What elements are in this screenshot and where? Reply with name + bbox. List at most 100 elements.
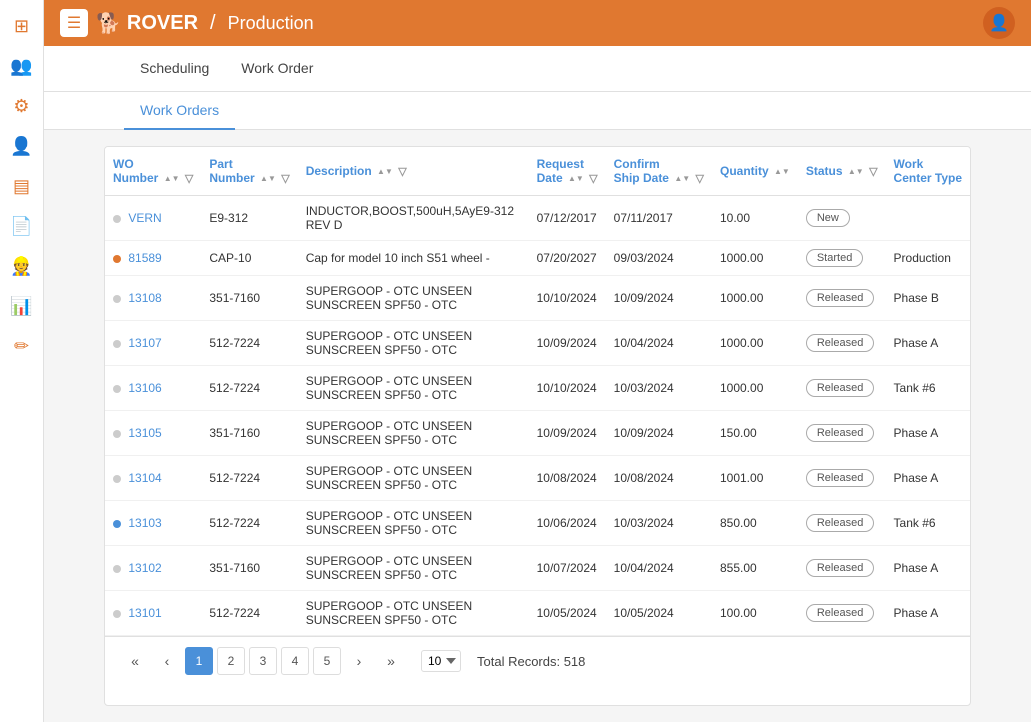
table-container: WONumber ▲▼ ▽ PartNumber ▲▼ ▽ Descriptio… bbox=[104, 146, 971, 706]
cell-wo-number: 13102 bbox=[105, 546, 201, 591]
sidebar: ⊞ 👥 ⚙ 👤 ▤ 📄 👷 📊 ✏ bbox=[0, 0, 44, 722]
col-description: Description ▲▼ ▽ bbox=[298, 147, 529, 196]
tab-scheduling[interactable]: Scheduling bbox=[124, 48, 225, 90]
cell-status: Released bbox=[798, 546, 886, 591]
cell-wo-number: 13103 bbox=[105, 501, 201, 546]
table-row: 13102 351-7160 SUPERGOOP - OTC UNSEEN SU… bbox=[105, 546, 970, 591]
status-filter[interactable]: ▽ bbox=[869, 166, 877, 178]
cell-description: SUPERGOOP - OTC UNSEEN SUNSCREEN SPF50 -… bbox=[298, 456, 529, 501]
description-filter[interactable]: ▽ bbox=[398, 166, 406, 178]
chart-icon[interactable]: 📊 bbox=[4, 288, 40, 324]
part-number-sort[interactable]: ▲▼ bbox=[260, 174, 276, 183]
cell-part-number: 512-7224 bbox=[201, 366, 297, 411]
wo-number-filter[interactable]: ▽ bbox=[185, 173, 193, 185]
wo-number-link[interactable]: 13105 bbox=[128, 426, 161, 440]
cell-request-date: 10/09/2024 bbox=[529, 411, 606, 456]
per-page-select[interactable]: 10 25 50 bbox=[421, 650, 461, 672]
document-icon[interactable]: 📄 bbox=[4, 208, 40, 244]
status-badge: New bbox=[806, 209, 850, 227]
cell-wo-number: 13108 bbox=[105, 276, 201, 321]
wo-number-sort[interactable]: ▲▼ bbox=[164, 174, 180, 183]
confirm-ship-date-filter[interactable]: ▽ bbox=[696, 173, 704, 185]
status-badge: Released bbox=[806, 559, 874, 577]
wo-number-link[interactable]: 13108 bbox=[128, 291, 161, 305]
cell-request-date: 10/06/2024 bbox=[529, 501, 606, 546]
table-row: 13103 512-7224 SUPERGOOP - OTC UNSEEN SU… bbox=[105, 501, 970, 546]
table-row: 13107 512-7224 SUPERGOOP - OTC UNSEEN SU… bbox=[105, 321, 970, 366]
cell-status: Started bbox=[798, 241, 886, 276]
first-page-button[interactable]: « bbox=[121, 647, 149, 675]
cell-part-number: E9-312 bbox=[201, 196, 297, 241]
page-5-button[interactable]: 5 bbox=[313, 647, 341, 675]
gear-icon[interactable]: ⚙ bbox=[4, 88, 40, 124]
next-page-button[interactable]: › bbox=[345, 647, 373, 675]
user-avatar[interactable]: 👤 bbox=[983, 7, 1015, 39]
worker-icon[interactable]: 👷 bbox=[4, 248, 40, 284]
description-sort[interactable]: ▲▼ bbox=[377, 167, 393, 176]
total-records-label: Total Records: 518 bbox=[477, 654, 585, 669]
wo-number-link[interactable]: VERN bbox=[128, 211, 161, 225]
page-1-button[interactable]: 1 bbox=[185, 647, 213, 675]
wo-number-link[interactable]: 81589 bbox=[128, 251, 161, 265]
wo-number-link[interactable]: 13102 bbox=[128, 561, 161, 575]
logo-divider: / bbox=[210, 12, 216, 35]
edit-icon[interactable]: ✏ bbox=[4, 328, 40, 364]
wo-number-link[interactable]: 13104 bbox=[128, 471, 161, 485]
cell-quantity: 10.00 bbox=[712, 196, 798, 241]
cell-request-date: 10/05/2024 bbox=[529, 591, 606, 636]
cell-part-number: 512-7224 bbox=[201, 591, 297, 636]
request-date-filter[interactable]: ▽ bbox=[589, 173, 597, 185]
nav-tabs: Scheduling Work Order bbox=[44, 46, 1031, 92]
last-page-button[interactable]: » bbox=[377, 647, 405, 675]
row-dot bbox=[113, 610, 121, 618]
cell-quantity: 1001.00 bbox=[712, 456, 798, 501]
menu-button[interactable]: ☰ bbox=[60, 9, 88, 37]
cell-confirm-ship-date: 10/04/2024 bbox=[606, 546, 712, 591]
cell-description: SUPERGOOP - OTC UNSEEN SUNSCREEN SPF50 -… bbox=[298, 366, 529, 411]
confirm-ship-date-sort[interactable]: ▲▼ bbox=[674, 174, 690, 183]
page-4-button[interactable]: 4 bbox=[281, 647, 309, 675]
status-badge: Released bbox=[806, 289, 874, 307]
status-badge: Released bbox=[806, 334, 874, 352]
col-wo-number: WONumber ▲▼ ▽ bbox=[105, 147, 201, 196]
col-part-number: PartNumber ▲▼ ▽ bbox=[201, 147, 297, 196]
cell-work-center-type: Phase A bbox=[886, 591, 970, 636]
status-sort[interactable]: ▲▼ bbox=[848, 167, 864, 176]
cell-confirm-ship-date: 10/08/2024 bbox=[606, 456, 712, 501]
tab-work-orders[interactable]: Work Orders bbox=[124, 92, 235, 130]
cell-description: Cap for model 10 inch S51 wheel - bbox=[298, 241, 529, 276]
row-dot bbox=[113, 295, 121, 303]
cell-wo-number: 13105 bbox=[105, 411, 201, 456]
cell-wo-number: VERN bbox=[105, 196, 201, 241]
table-row: VERN E9-312 INDUCTOR,BOOST,500uH,5AyE9-3… bbox=[105, 196, 970, 241]
cell-quantity: 1000.00 bbox=[712, 241, 798, 276]
cell-quantity: 855.00 bbox=[712, 546, 798, 591]
prev-page-button[interactable]: ‹ bbox=[153, 647, 181, 675]
tab-work-order[interactable]: Work Order bbox=[225, 48, 329, 90]
cell-status: Released bbox=[798, 411, 886, 456]
person-icon[interactable]: 👤 bbox=[4, 128, 40, 164]
quantity-sort[interactable]: ▲▼ bbox=[774, 167, 790, 176]
wo-number-link[interactable]: 13101 bbox=[128, 606, 161, 620]
cell-wo-number: 13107 bbox=[105, 321, 201, 366]
cell-wo-number: 13104 bbox=[105, 456, 201, 501]
users-icon[interactable]: 👥 bbox=[4, 48, 40, 84]
cell-part-number: 351-7160 bbox=[201, 411, 297, 456]
wo-number-link[interactable]: 13107 bbox=[128, 336, 161, 350]
grid-icon[interactable]: ⊞ bbox=[4, 8, 40, 44]
cell-wo-number: 81589 bbox=[105, 241, 201, 276]
cell-description: SUPERGOOP - OTC UNSEEN SUNSCREEN SPF50 -… bbox=[298, 591, 529, 636]
page-2-button[interactable]: 2 bbox=[217, 647, 245, 675]
cell-work-center-type: Phase A bbox=[886, 411, 970, 456]
wo-number-link[interactable]: 13103 bbox=[128, 516, 161, 530]
request-date-sort[interactable]: ▲▼ bbox=[568, 174, 584, 183]
work-orders-table: WONumber ▲▼ ▽ PartNumber ▲▼ ▽ Descriptio… bbox=[105, 147, 970, 636]
page-3-button[interactable]: 3 bbox=[249, 647, 277, 675]
cell-confirm-ship-date: 10/03/2024 bbox=[606, 366, 712, 411]
part-number-filter[interactable]: ▽ bbox=[281, 173, 289, 185]
barcode-icon[interactable]: ▤ bbox=[4, 168, 40, 204]
status-badge: Released bbox=[806, 424, 874, 442]
cell-work-center-type: Production bbox=[886, 241, 970, 276]
cell-quantity: 100.00 bbox=[712, 591, 798, 636]
wo-number-link[interactable]: 13106 bbox=[128, 381, 161, 395]
